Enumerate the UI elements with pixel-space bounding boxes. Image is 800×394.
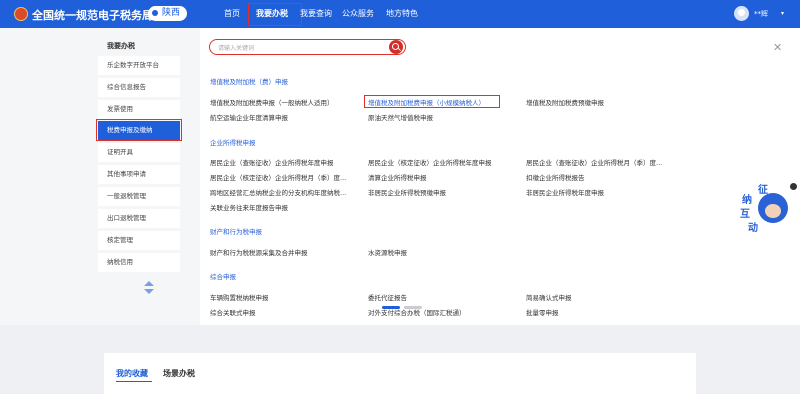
section-title-cit: 企业所得税申报 xyxy=(210,139,256,147)
nav-home[interactable]: 首页 xyxy=(224,8,240,19)
user-name[interactable]: **辉 xyxy=(754,9,768,19)
sidebar-active-highlight xyxy=(96,119,182,141)
scroll-up-icon[interactable] xyxy=(144,281,154,286)
section-title-vat: 增值税及附加税（费）申报 xyxy=(210,78,288,86)
menu-item-cit-withholding[interactable]: 扣缴企业所得税报告 xyxy=(526,172,585,182)
menu-item-related-party[interactable]: 关联业务往来年度报告申报 xyxy=(210,202,288,212)
search-icon[interactable] xyxy=(389,40,403,54)
sidebar-item-credit[interactable]: 纳税信用 xyxy=(98,253,180,272)
chevron-down-icon[interactable]: ▾ xyxy=(781,10,784,17)
menu-item-entrusted-collection[interactable]: 委托代征报告 xyxy=(368,292,407,302)
menu-item-cit-nonresident-annual[interactable]: 非居民企业所得税年度申报 xyxy=(526,187,604,197)
menu-item-cit-assessed-annual[interactable]: 居民企业（核定征收）企业所得税年度申报 xyxy=(368,157,492,167)
sidebar-item-certificate[interactable]: 证明开具 xyxy=(98,143,180,162)
section-title-comprehensive: 综合申报 xyxy=(210,273,236,281)
tax-bureau-logo-icon xyxy=(14,7,28,21)
user-avatar-icon[interactable] xyxy=(734,6,749,21)
menu-item-cit-branch[interactable]: 跨地区经营汇总纳税企业的分支机构年度纳税... xyxy=(210,187,346,197)
menu-item-cit-nonresident-prepay[interactable]: 非居民企业所得税预缴申报 xyxy=(368,187,446,197)
tab-active-underline xyxy=(116,381,152,382)
sidebar-item-export-refund[interactable]: 出口退税管理 xyxy=(98,209,180,228)
search-input[interactable]: 请输入关键词 xyxy=(209,39,406,55)
nav-local-features[interactable]: 地方特色 xyxy=(386,8,418,19)
top-navigation-bar: 全国统一规范电子税务局 陕西 首页 我要办税 我要查询 公众服务 地方特色 **… xyxy=(0,0,800,28)
region-selector[interactable]: 陕西 xyxy=(148,6,188,21)
menu-item-water-resource[interactable]: 水资源税申报 xyxy=(368,247,407,257)
sidebar-title: 我要办税 xyxy=(107,42,135,50)
nav-query[interactable]: 我要查询 xyxy=(300,8,332,19)
menu-item-batch-zero[interactable]: 批量零申报 xyxy=(526,307,559,317)
menu-item-cit-assessed-quarterly[interactable]: 居民企业（核定征收）企业所得税月（季）度... xyxy=(210,172,346,182)
selected-item-highlight xyxy=(364,95,500,108)
widget-char-3: 互 xyxy=(740,209,750,220)
scroll-down-icon[interactable] xyxy=(144,289,154,294)
region-label: 陕西 xyxy=(162,8,181,18)
sidebar-item-other-request[interactable]: 其他事项申请 xyxy=(98,165,180,184)
tab-scenario-tax[interactable]: 场景办税 xyxy=(163,368,195,379)
carousel-dot-active[interactable] xyxy=(382,306,400,309)
nav-public-service[interactable]: 公众服务 xyxy=(342,8,374,19)
menu-item-cit-audit-annual[interactable]: 居民企业（查账征收）企业所得税年度申报 xyxy=(210,157,334,167)
widget-char-2: 纳 xyxy=(742,195,752,206)
widget-char-4: 动 xyxy=(748,223,758,234)
menu-item-cit-audit-quarterly[interactable]: 居民企业（查账征收）企业所得税月（季）度... xyxy=(526,157,662,167)
menu-item-simple-confirm[interactable]: 简易确认式申报 xyxy=(526,292,572,302)
menu-item-vat-general[interactable]: 增值税及附加税费申报（一般纳税人适用） xyxy=(210,97,334,107)
menu-item-air-transport[interactable]: 航空运输企业年度清算申报 xyxy=(210,112,288,122)
menu-item-vat-prepay[interactable]: 增值税及附加税费预缴申报 xyxy=(526,97,604,107)
nav-active-highlight xyxy=(248,3,302,26)
location-pin-icon xyxy=(152,10,158,16)
sidebar: 我要办税 乐企数字开放平台 综合信息报告 发票使用 税费申报及缴纳 证明开具 其… xyxy=(0,28,200,325)
menu-item-crude-oil[interactable]: 原油天然气增值税申报 xyxy=(368,112,433,122)
menu-item-cit-liquidation[interactable]: 清算企业所得税申报 xyxy=(368,172,427,182)
assistant-face-icon xyxy=(765,204,781,218)
carousel-dot[interactable] xyxy=(404,306,422,309)
sidebar-item-info-report[interactable]: 综合信息报告 xyxy=(98,78,180,97)
sidebar-item-refund[interactable]: 一般退税管理 xyxy=(98,187,180,206)
tab-my-favorites[interactable]: 我的收藏 xyxy=(116,368,148,379)
section-title-property: 财产和行为税申报 xyxy=(210,228,262,236)
mega-menu-panel: 我要办税 乐企数字开放平台 综合信息报告 发票使用 税费申报及缴纳 证明开具 其… xyxy=(0,28,800,325)
sidebar-item-invoice[interactable]: 发票使用 xyxy=(98,100,180,119)
menu-item-vehicle-purchase[interactable]: 车辆购置税纳税申报 xyxy=(210,292,269,302)
menu-item-linked-filing[interactable]: 综合关联式申报 xyxy=(210,307,256,317)
menu-item-property-combined[interactable]: 财产和行为税税源采集及合并申报 xyxy=(210,247,308,257)
interaction-widget[interactable]: 征 纳 互 动 xyxy=(740,185,792,234)
widget-close-icon[interactable] xyxy=(790,183,797,190)
search-placeholder: 请输入关键词 xyxy=(218,45,255,52)
site-title[interactable]: 全国统一规范电子税务局 xyxy=(32,7,153,23)
widget-char-1: 征 xyxy=(758,185,768,196)
sidebar-item-assessment[interactable]: 核定管理 xyxy=(98,231,180,250)
close-icon[interactable]: ✕ xyxy=(773,41,782,54)
sidebar-item-leqi-platform[interactable]: 乐企数字开放平台 xyxy=(98,56,180,75)
